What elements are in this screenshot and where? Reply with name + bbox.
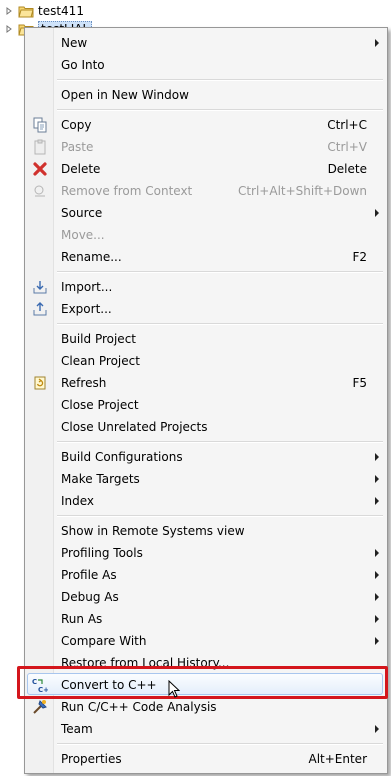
menu-item-copy[interactable]: Copy Ctrl+C [27, 114, 385, 136]
refresh-icon [32, 375, 48, 391]
menu-item-open-in-new-window[interactable]: Open in New Window [27, 84, 385, 106]
menu-item-build-configurations[interactable]: Build Configurations [27, 446, 385, 468]
menu-item-shortcut: F5 [352, 376, 367, 390]
menu-item-label: Delete [61, 162, 101, 176]
menu-item-paste[interactable]: Paste Ctrl+V [27, 136, 385, 158]
mouse-pointer-icon [168, 679, 181, 698]
menu-item-label: Make Targets [61, 472, 140, 486]
remove-context-icon [32, 183, 48, 199]
export-icon [32, 301, 48, 317]
menu-item-label: Refresh [61, 376, 107, 390]
menu-item-close-project[interactable]: Close Project [27, 394, 385, 416]
menu-item-label: Source [61, 206, 103, 220]
menu-item-label: Remove from Context [61, 184, 193, 198]
submenu-arrow-icon [375, 475, 379, 483]
menu-item-label: Rename... [61, 250, 122, 264]
menu-item-close-unrelated-projects[interactable]: Close Unrelated Projects [27, 416, 385, 438]
tree-item-label: test411 [38, 4, 84, 18]
submenu-arrow-icon [375, 637, 379, 645]
copy-icon [32, 117, 48, 133]
menu-item-label: Build Project [61, 332, 136, 346]
menu-item-label: Debug As [61, 590, 119, 604]
menu-item-label: Copy [61, 118, 92, 132]
menu-item-shortcut: F2 [352, 250, 367, 264]
submenu-arrow-icon [375, 497, 379, 505]
menu-item-label: Show in Remote Systems view [61, 524, 245, 538]
menu-item-new[interactable]: New [27, 32, 385, 54]
menu-item-label: Index [61, 494, 95, 508]
menu-item-profiling-tools[interactable]: Profiling Tools [27, 542, 385, 564]
menu-item-label: Build Configurations [61, 450, 183, 464]
menu-item-label: Compare With [61, 634, 147, 648]
delete-icon [32, 161, 48, 177]
submenu-arrow-icon [375, 453, 379, 461]
menu-item-debug-as[interactable]: Debug As [27, 586, 385, 608]
submenu-arrow-icon [375, 593, 379, 601]
menu-item-label: Run C/C++ Code Analysis [61, 700, 217, 714]
menu-item-shortcut: Ctrl+C [327, 118, 367, 132]
menu-separator [57, 271, 383, 273]
menu-item-properties[interactable]: Properties Alt+Enter [27, 748, 385, 770]
menu-item-label: Team [61, 722, 93, 736]
menu-item-label: Paste [61, 140, 94, 154]
menu-item-refresh[interactable]: Refresh F5 [27, 372, 385, 394]
menu-item-shortcut: Alt+Enter [308, 752, 367, 766]
menu-item-shortcut: Delete [327, 162, 367, 176]
expand-icon[interactable] [4, 24, 14, 34]
menu-item-team[interactable]: Team [27, 718, 385, 740]
menu-item-label: Import... [61, 280, 113, 294]
menu-item-move[interactable]: Move... [27, 224, 385, 246]
submenu-arrow-icon [375, 549, 379, 557]
menu-item-run-code-analysis[interactable]: Run C/C++ Code Analysis [27, 696, 385, 718]
menu-item-label: Close Project [61, 398, 139, 412]
menu-item-source[interactable]: Source [27, 202, 385, 224]
submenu-arrow-icon [375, 209, 379, 217]
menu-item-shortcut: Ctrl+Alt+Shift+Down [237, 184, 367, 198]
menu-item-export[interactable]: Export... [27, 298, 385, 320]
menu-item-go-into[interactable]: Go Into [27, 54, 385, 76]
menu-item-shortcut: Ctrl+V [327, 140, 367, 154]
menu-item-label: New [61, 36, 88, 50]
menu-separator [57, 323, 383, 325]
menu-item-build-project[interactable]: Build Project [27, 328, 385, 350]
menu-item-label: Clean Project [61, 354, 140, 368]
submenu-arrow-icon [375, 39, 379, 47]
menu-item-rename[interactable]: Rename... F2 [27, 246, 385, 268]
menu-item-clean-project[interactable]: Clean Project [27, 350, 385, 372]
menu-item-show-in-remote-systems[interactable]: Show in Remote Systems view [27, 520, 385, 542]
menu-item-label: Properties [61, 752, 122, 766]
expand-icon[interactable] [4, 6, 14, 16]
project-folder-icon [18, 5, 34, 18]
menu-item-label: Export... [61, 302, 112, 316]
menu-separator [57, 109, 383, 111]
tree-item-test411[interactable]: test411 [0, 2, 84, 20]
menu-item-compare-with[interactable]: Compare With [27, 630, 385, 652]
import-icon [32, 279, 48, 295]
submenu-arrow-icon [375, 571, 379, 579]
menu-separator [57, 743, 383, 745]
menu-item-delete[interactable]: Delete Delete [27, 158, 385, 180]
submenu-arrow-icon [375, 615, 379, 623]
paste-icon [32, 139, 48, 155]
menu-item-index[interactable]: Index [27, 490, 385, 512]
menu-item-label: Close Unrelated Projects [61, 420, 208, 434]
menu-item-label: Profile As [61, 568, 117, 582]
menu-item-import[interactable]: Import... [27, 276, 385, 298]
menu-separator [57, 441, 383, 443]
menu-item-label: Move... [61, 228, 105, 242]
menu-item-remove-from-context[interactable]: Remove from Context Ctrl+Alt+Shift+Down [27, 180, 385, 202]
menu-separator [57, 79, 383, 81]
menu-item-label: Go Into [61, 58, 105, 72]
menu-separator [57, 515, 383, 517]
menu-item-label: Run As [61, 612, 103, 626]
menu-item-run-as[interactable]: Run As [27, 608, 385, 630]
menu-item-label: Profiling Tools [61, 546, 143, 560]
annotation-highlight-box [17, 666, 388, 699]
menu-item-label: Open in New Window [61, 88, 189, 102]
submenu-arrow-icon [375, 725, 379, 733]
code-analysis-icon [32, 699, 48, 715]
menu-item-profile-as[interactable]: Profile As [27, 564, 385, 586]
menu-item-make-targets[interactable]: Make Targets [27, 468, 385, 490]
context-menu: New Go Into Open in New Window Copy Ctrl… [24, 27, 388, 774]
